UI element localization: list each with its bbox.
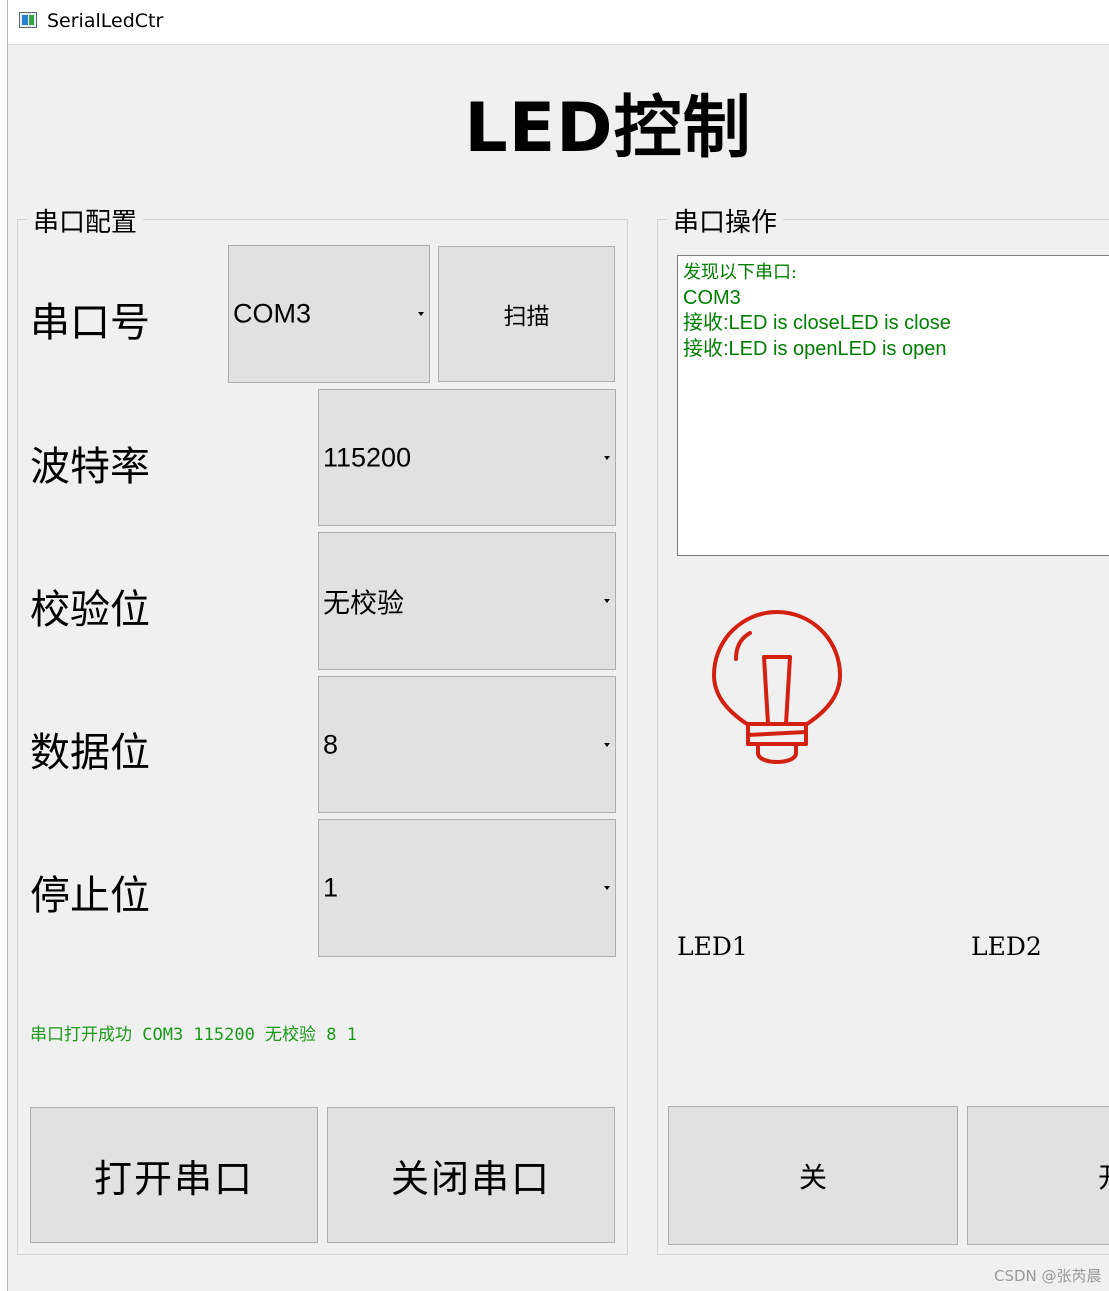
led-off-button[interactable]: 关 (668, 1106, 958, 1245)
serial-config-title: 串口配置 (27, 202, 144, 239)
stop-bits-select-value: 1 (323, 872, 339, 903)
app-icon (19, 12, 37, 28)
parity-select[interactable]: 无校验 (318, 532, 616, 670)
led-off-button-label: 关 (798, 1160, 827, 1194)
watermark: CSDN @张芮晨 (994, 1267, 1102, 1285)
data-bits-label: 数据位 (30, 730, 150, 776)
open-port-button[interactable]: 打开串口 (30, 1107, 318, 1243)
close-port-button-label: 关闭串口 (390, 1156, 551, 1201)
baud-label: 波特率 (30, 444, 150, 490)
parity-select-value: 无校验 (323, 588, 404, 620)
log-line: 接收:LED is closeLED is close (683, 312, 951, 334)
led-on-button-label: 开 (1098, 1156, 1109, 1196)
window-titlebar: SerialLedCtr (0, 0, 1109, 45)
scan-button-label: 扫描 (503, 304, 550, 330)
log-line: 接收:LED is openLED is open (683, 337, 947, 360)
log-line: 发现以下串口: (683, 262, 798, 283)
lightbulb-icon (712, 610, 842, 764)
chevron-down-icon (604, 886, 610, 890)
chevron-down-icon (604, 742, 610, 747)
window-title: SerialLedCtr (47, 10, 164, 32)
data-bits-select[interactable]: 8 (318, 676, 616, 813)
stop-bits-label: 停止位 (30, 873, 150, 919)
close-port-button[interactable]: 关闭串口 (327, 1107, 615, 1243)
log-line: COM3 (683, 286, 741, 309)
serial-ops-title: 串口操作 (667, 202, 784, 239)
port-label: 串口号 (30, 300, 150, 346)
desktop-strip (0, 44, 7, 1291)
port-select-value: COM3 (233, 298, 312, 329)
data-bits-select-value: 8 (323, 729, 339, 759)
serial-log-textarea[interactable]: 发现以下串口: COM3 接收:LED is closeLED is close… (677, 255, 1109, 556)
parity-label: 校验位 (30, 587, 150, 633)
window-border (7, 0, 8, 1291)
baud-select[interactable]: 115200 (318, 389, 616, 526)
open-port-button-label: 打开串口 (93, 1156, 254, 1201)
led1-label: LED1 (677, 932, 748, 961)
chevron-down-icon (418, 312, 424, 316)
chevron-down-icon (604, 455, 610, 460)
page-title: LED控制 (464, 89, 752, 168)
led2-label: LED2 (971, 932, 1042, 961)
serial-status-text: 串口打开成功 COM3 115200 无校验 8 1 (30, 1025, 357, 1045)
port-select[interactable]: COM3 (228, 245, 430, 383)
led-on-button[interactable]: 开 (967, 1106, 1109, 1245)
chevron-down-icon (604, 599, 610, 603)
stop-bits-select[interactable]: 1 (318, 819, 616, 957)
scan-button[interactable]: 扫描 (438, 246, 615, 382)
baud-select-value: 115200 (323, 442, 412, 472)
